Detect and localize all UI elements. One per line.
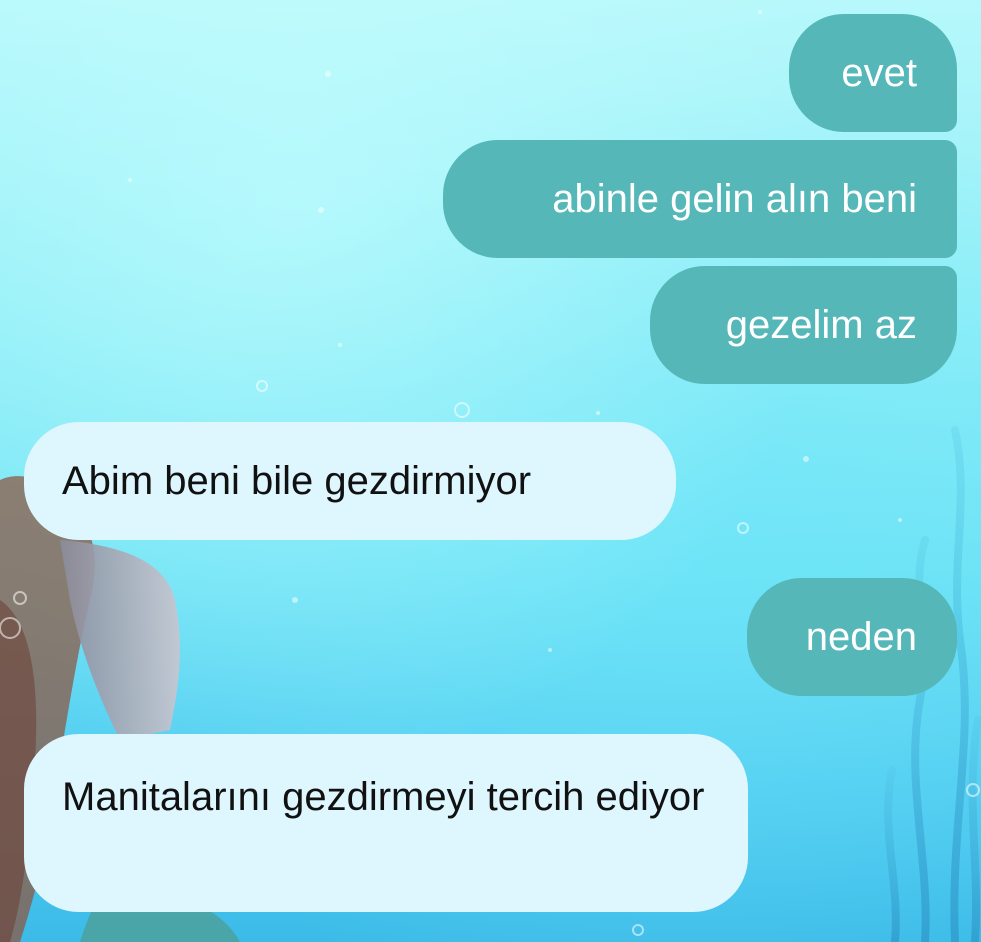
message-bubble-outgoing[interactable]: evet	[789, 14, 957, 132]
message-bubble-incoming[interactable]: Manitalarını gezdirmeyi tercih ediyor	[24, 734, 748, 912]
message-bubble-outgoing[interactable]: neden	[747, 578, 957, 696]
message-bubble-incoming[interactable]: Abim beni bile gezdirmiyor	[24, 422, 676, 540]
message-bubble-outgoing[interactable]: abinle gelin alın beni	[443, 140, 957, 258]
message-bubble-outgoing[interactable]: gezelim az	[650, 266, 957, 384]
